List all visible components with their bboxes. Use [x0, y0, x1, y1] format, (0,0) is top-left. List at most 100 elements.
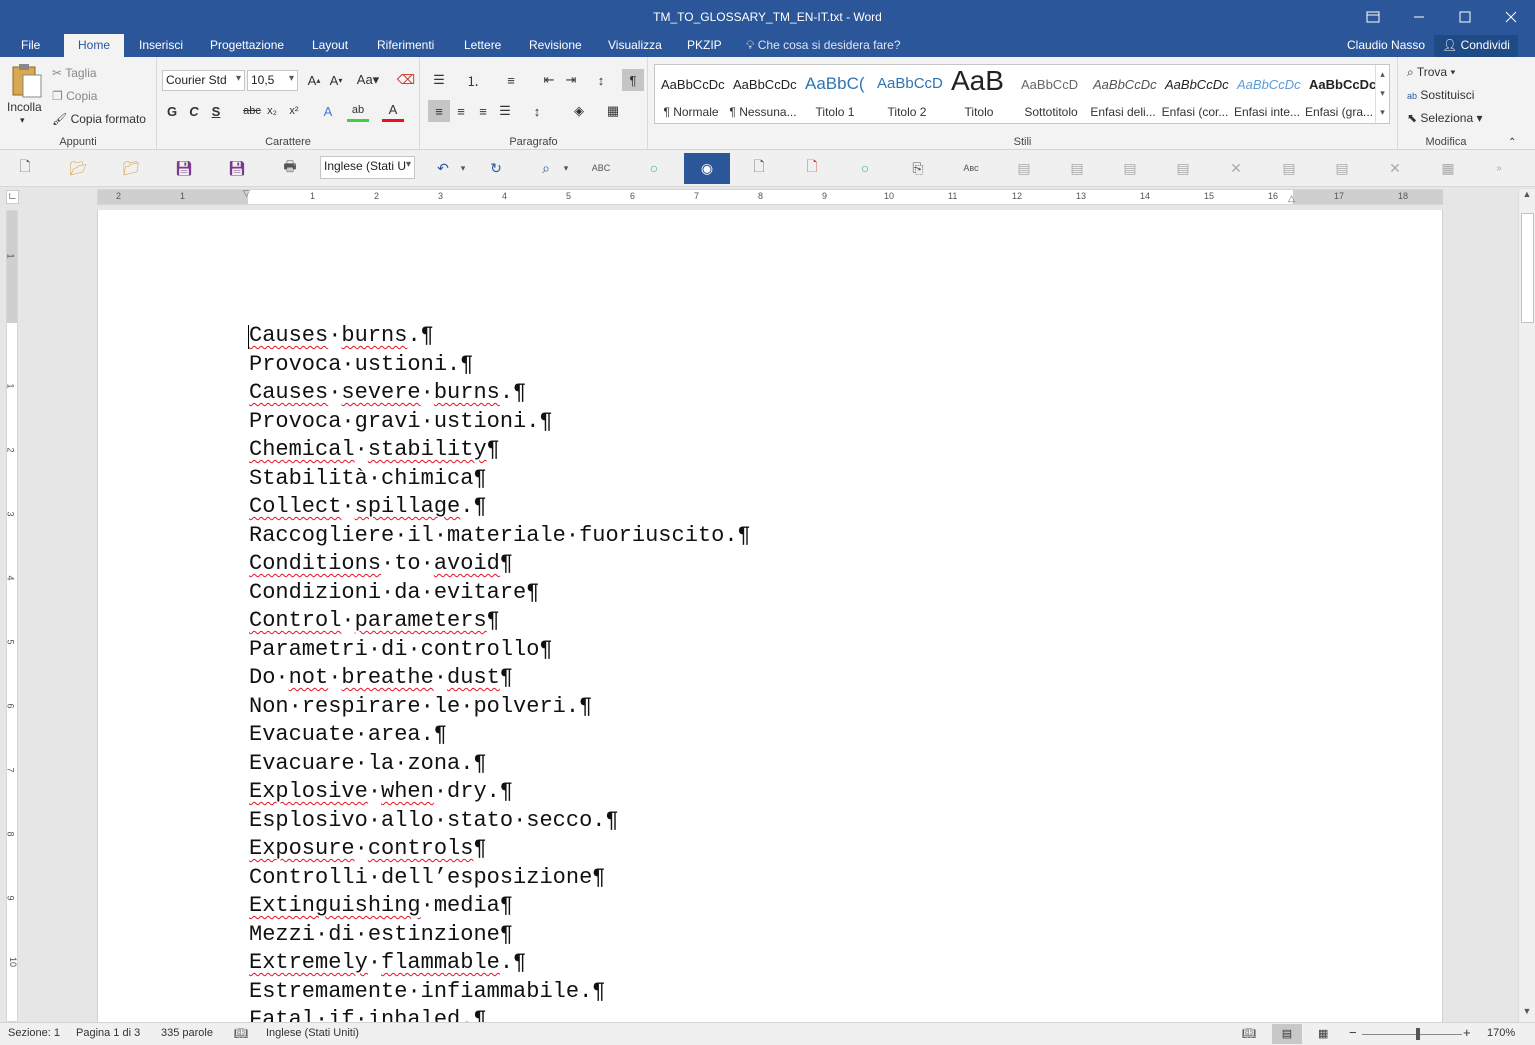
underline-icon[interactable]: S: [205, 100, 227, 122]
maximize-button[interactable]: [1442, 0, 1488, 34]
clear-formatting-icon[interactable]: ⌫: [395, 69, 417, 91]
circle-icon[interactable]: ○: [643, 158, 665, 178]
document-line[interactable]: Control·parameters¶: [249, 607, 751, 636]
document-line[interactable]: Collect·spillage.¶: [249, 493, 751, 522]
style-heading-2[interactable]: AaBbCcD Titolo 2: [871, 65, 943, 123]
scroll-down-icon[interactable]: ▼: [1519, 1006, 1535, 1022]
misspelled-word[interactable]: parameters: [355, 608, 487, 633]
justify-icon[interactable]: ☰: [494, 100, 516, 122]
style-subtle-emphasis[interactable]: AaBbCcDc Enfasi deli...: [1087, 65, 1159, 123]
tab-selector[interactable]: ∟: [6, 190, 19, 204]
circle-2-icon[interactable]: ○: [854, 158, 876, 178]
document-line[interactable]: Provoca·gravi·ustioni.¶: [249, 408, 751, 437]
misspelled-word[interactable]: avoid: [434, 551, 500, 576]
right-indent-marker[interactable]: △: [1288, 193, 1295, 204]
tab-home[interactable]: Home: [64, 34, 125, 57]
document-line[interactable]: Controlli·dell’esposizione¶: [249, 864, 751, 893]
document-line[interactable]: Non·respirare·le·polveri.¶: [249, 693, 751, 722]
tool-7-icon[interactable]: ▤: [1331, 158, 1353, 178]
align-center-icon[interactable]: ≡: [450, 100, 472, 122]
cut-button[interactable]: ✂ Taglia: [52, 66, 97, 80]
strikethrough-icon[interactable]: abc: [241, 100, 263, 122]
scroll-up-icon[interactable]: ▲: [1519, 189, 1535, 205]
document-page[interactable]: Causes·burns.¶ Provoca·ustioni.¶ Causes·se…: [97, 210, 1443, 1022]
vertical-scrollbar[interactable]: ▲ ▼: [1518, 189, 1535, 1022]
tool-6-icon[interactable]: ▤: [1278, 158, 1300, 178]
misspelled-word[interactable]: Fatal: [249, 1007, 315, 1022]
document-line[interactable]: Evacuate·area.¶: [249, 721, 751, 750]
find-icon[interactable]: ⌕: [535, 158, 557, 178]
styles-scroll-icon[interactable]: ▴ ▾ ▾: [1375, 65, 1389, 123]
document-line[interactable]: Fatal·if·inhaled.¶: [249, 1006, 751, 1022]
misspelled-word[interactable]: Causes: [249, 323, 328, 348]
paste-dropdown-icon[interactable]: ▾: [20, 115, 25, 126]
superscript-icon[interactable]: x²: [283, 100, 305, 122]
document-line[interactable]: Do·not·breathe·dust¶: [249, 664, 751, 693]
document-line[interactable]: Exposure·controls¶: [249, 835, 751, 864]
shrink-font-icon[interactable]: A ▾: [325, 69, 347, 91]
format-painter-button[interactable]: 🖌︎ Copia formato: [52, 112, 146, 126]
replace-button[interactable]: ab Sostituisci: [1407, 88, 1474, 102]
open-folder-icon[interactable]: 📂︎: [67, 158, 89, 178]
bold-icon[interactable]: G: [161, 100, 183, 122]
align-left-icon[interactable]: ≡: [428, 100, 450, 122]
tab-mailings[interactable]: Lettere: [464, 38, 501, 52]
text-effects-icon[interactable]: A: [317, 100, 339, 122]
tool-5-icon[interactable]: ✕: [1225, 158, 1247, 178]
page-break-icon[interactable]: ⎘: [907, 158, 929, 178]
misspelled-word[interactable]: controls: [368, 836, 474, 861]
misspelled-word[interactable]: dust: [447, 665, 500, 690]
style-title[interactable]: AaB Titolo: [943, 65, 1015, 123]
ribbon-display-options-icon[interactable]: [1350, 0, 1396, 34]
document-line[interactable]: Extremely·flammable.¶: [249, 949, 751, 978]
shading-icon[interactable]: ◈: [568, 100, 590, 122]
borders-icon[interactable]: ▦: [602, 100, 624, 122]
tell-me-search[interactable]: 💡︎ Che cosa si desidera fare?: [746, 38, 901, 53]
document-line[interactable]: Stabilità·chimica¶: [249, 465, 751, 494]
numbering-icon[interactable]: ⒈: [462, 69, 484, 91]
language-indicator[interactable]: Inglese (Stati Uniti): [266, 1027, 359, 1039]
align-right-icon[interactable]: ≡: [472, 100, 494, 122]
misspelled-word[interactable]: when: [381, 779, 434, 804]
web-layout-icon[interactable]: ▦: [1318, 1027, 1328, 1040]
page-alert-icon[interactable]: 🗋: [801, 158, 823, 178]
new-document-icon[interactable]: 🗋: [14, 158, 36, 178]
bullets-icon[interactable]: ☰: [428, 69, 450, 91]
section-indicator[interactable]: Sezione: 1: [8, 1027, 60, 1039]
save-as-icon[interactable]: 💾︎: [226, 158, 248, 178]
collapse-ribbon-icon[interactable]: ⌃: [1508, 137, 1516, 148]
tab-layout[interactable]: Layout: [312, 38, 348, 52]
misspelled-word[interactable]: spillage: [355, 494, 461, 519]
spelling-icon[interactable]: ABC: [590, 158, 612, 178]
zoom-level[interactable]: 170%: [1487, 1027, 1515, 1039]
document-line[interactable]: Chemical·stability¶: [249, 436, 751, 465]
tool-3-icon[interactable]: ▤: [1119, 158, 1141, 178]
style-subtitle[interactable]: AaBbCcD Sottotitolo: [1015, 65, 1087, 123]
misspelled-word[interactable]: Exposure: [249, 836, 355, 861]
print-layout-icon[interactable]: ▤: [1272, 1024, 1302, 1044]
style-no-spacing[interactable]: AaBbCcDc ¶ Nessuna...: [727, 65, 799, 123]
tool-8-icon[interactable]: ✕: [1384, 158, 1406, 178]
font-color-icon[interactable]: A: [382, 100, 404, 122]
document-line[interactable]: Causes·severe·burns.¶: [249, 379, 751, 408]
misspelled-word[interactable]: breathe: [341, 665, 433, 690]
find-dropdown-icon[interactable]: ▾: [555, 158, 577, 178]
document-line[interactable]: Evacuare·la·zona.¶: [249, 750, 751, 779]
paste-button[interactable]: Incolla: [7, 100, 42, 114]
overflow-icon[interactable]: »: [1488, 158, 1510, 178]
misspelled-word[interactable]: severe: [341, 380, 420, 405]
document-line[interactable]: Causes·burns.¶: [249, 322, 751, 351]
font-size-combo[interactable]: 10,5: [247, 70, 298, 91]
misspelled-word[interactable]: Extinguishing: [249, 893, 421, 918]
word-count[interactable]: 335 parole: [161, 1027, 213, 1039]
table-icon[interactable]: ▦: [1437, 158, 1459, 178]
document-line[interactable]: Estremamente·infiammabile.¶: [249, 978, 751, 1007]
multilevel-list-icon[interactable]: ≡: [500, 69, 522, 91]
misspelled-word[interactable]: stability: [368, 437, 487, 462]
misspelled-word[interactable]: Explosive: [249, 779, 368, 804]
misspelled-word[interactable]: burns: [341, 323, 407, 348]
document-line[interactable]: Extinguishing·media¶: [249, 892, 751, 921]
misspelled-word[interactable]: Control: [249, 608, 341, 633]
tool-4-icon[interactable]: ▤: [1172, 158, 1194, 178]
increase-indent-icon[interactable]: ⇥: [560, 69, 582, 91]
